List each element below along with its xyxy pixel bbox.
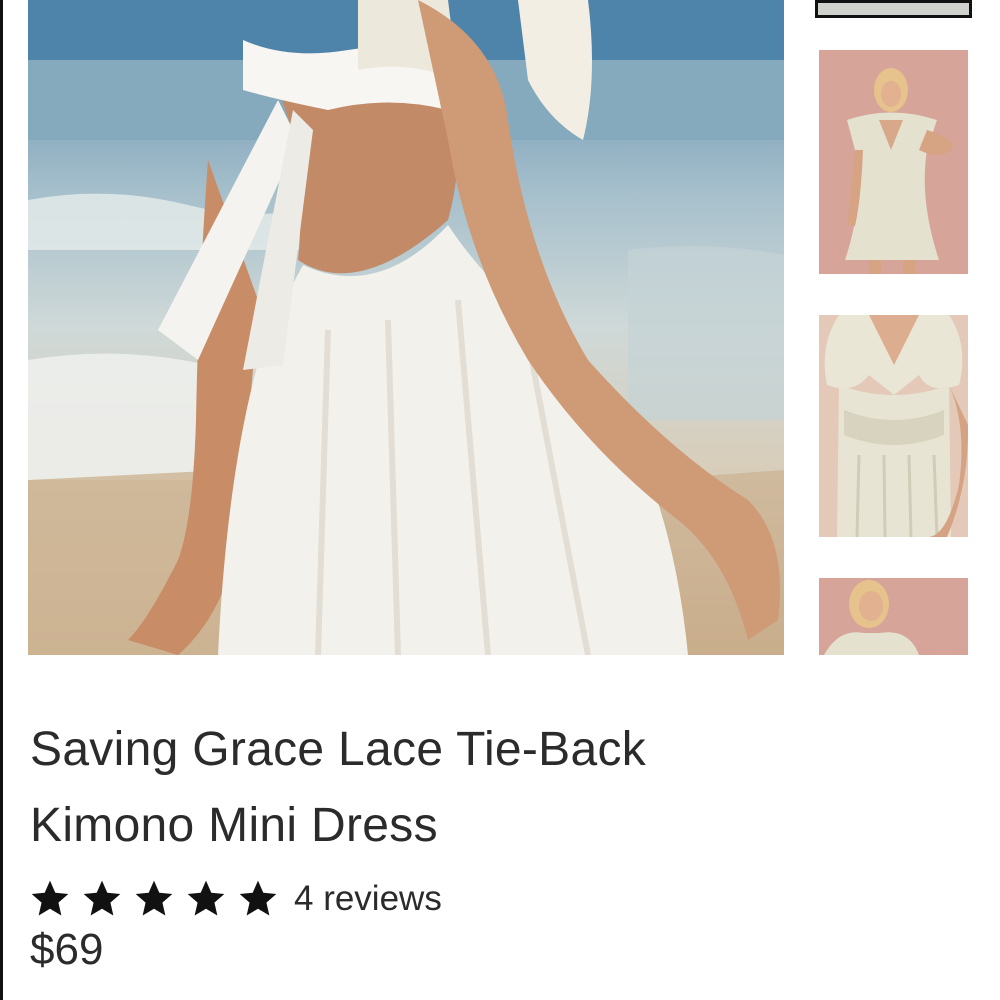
star-icon — [80, 877, 124, 921]
product-price: $69 — [30, 925, 104, 974]
product-title-line-2: Kimono Mini Dress — [30, 799, 438, 852]
thumbnail-lace-closeup[interactable] — [819, 315, 968, 537]
star-icon — [28, 877, 72, 921]
page-left-border — [0, 0, 3, 1000]
thumbnail-front-view[interactable] — [819, 50, 968, 274]
thumbnail-selected[interactable] — [815, 0, 972, 18]
product-title-line-1: Saving Grace Lace Tie-Back — [30, 723, 647, 776]
star-icon — [184, 877, 228, 921]
star-icon — [132, 877, 176, 921]
star-icon — [236, 877, 280, 921]
rating-summary[interactable]: 4 reviews — [28, 874, 442, 924]
thumbnail-front-portrait[interactable] — [819, 578, 968, 655]
product-title: Saving Grace Lace Tie-Back Kimono Mini D… — [30, 712, 830, 864]
reviews-link[interactable]: 4 reviews — [294, 879, 442, 919]
main-product-image[interactable] — [28, 0, 784, 655]
